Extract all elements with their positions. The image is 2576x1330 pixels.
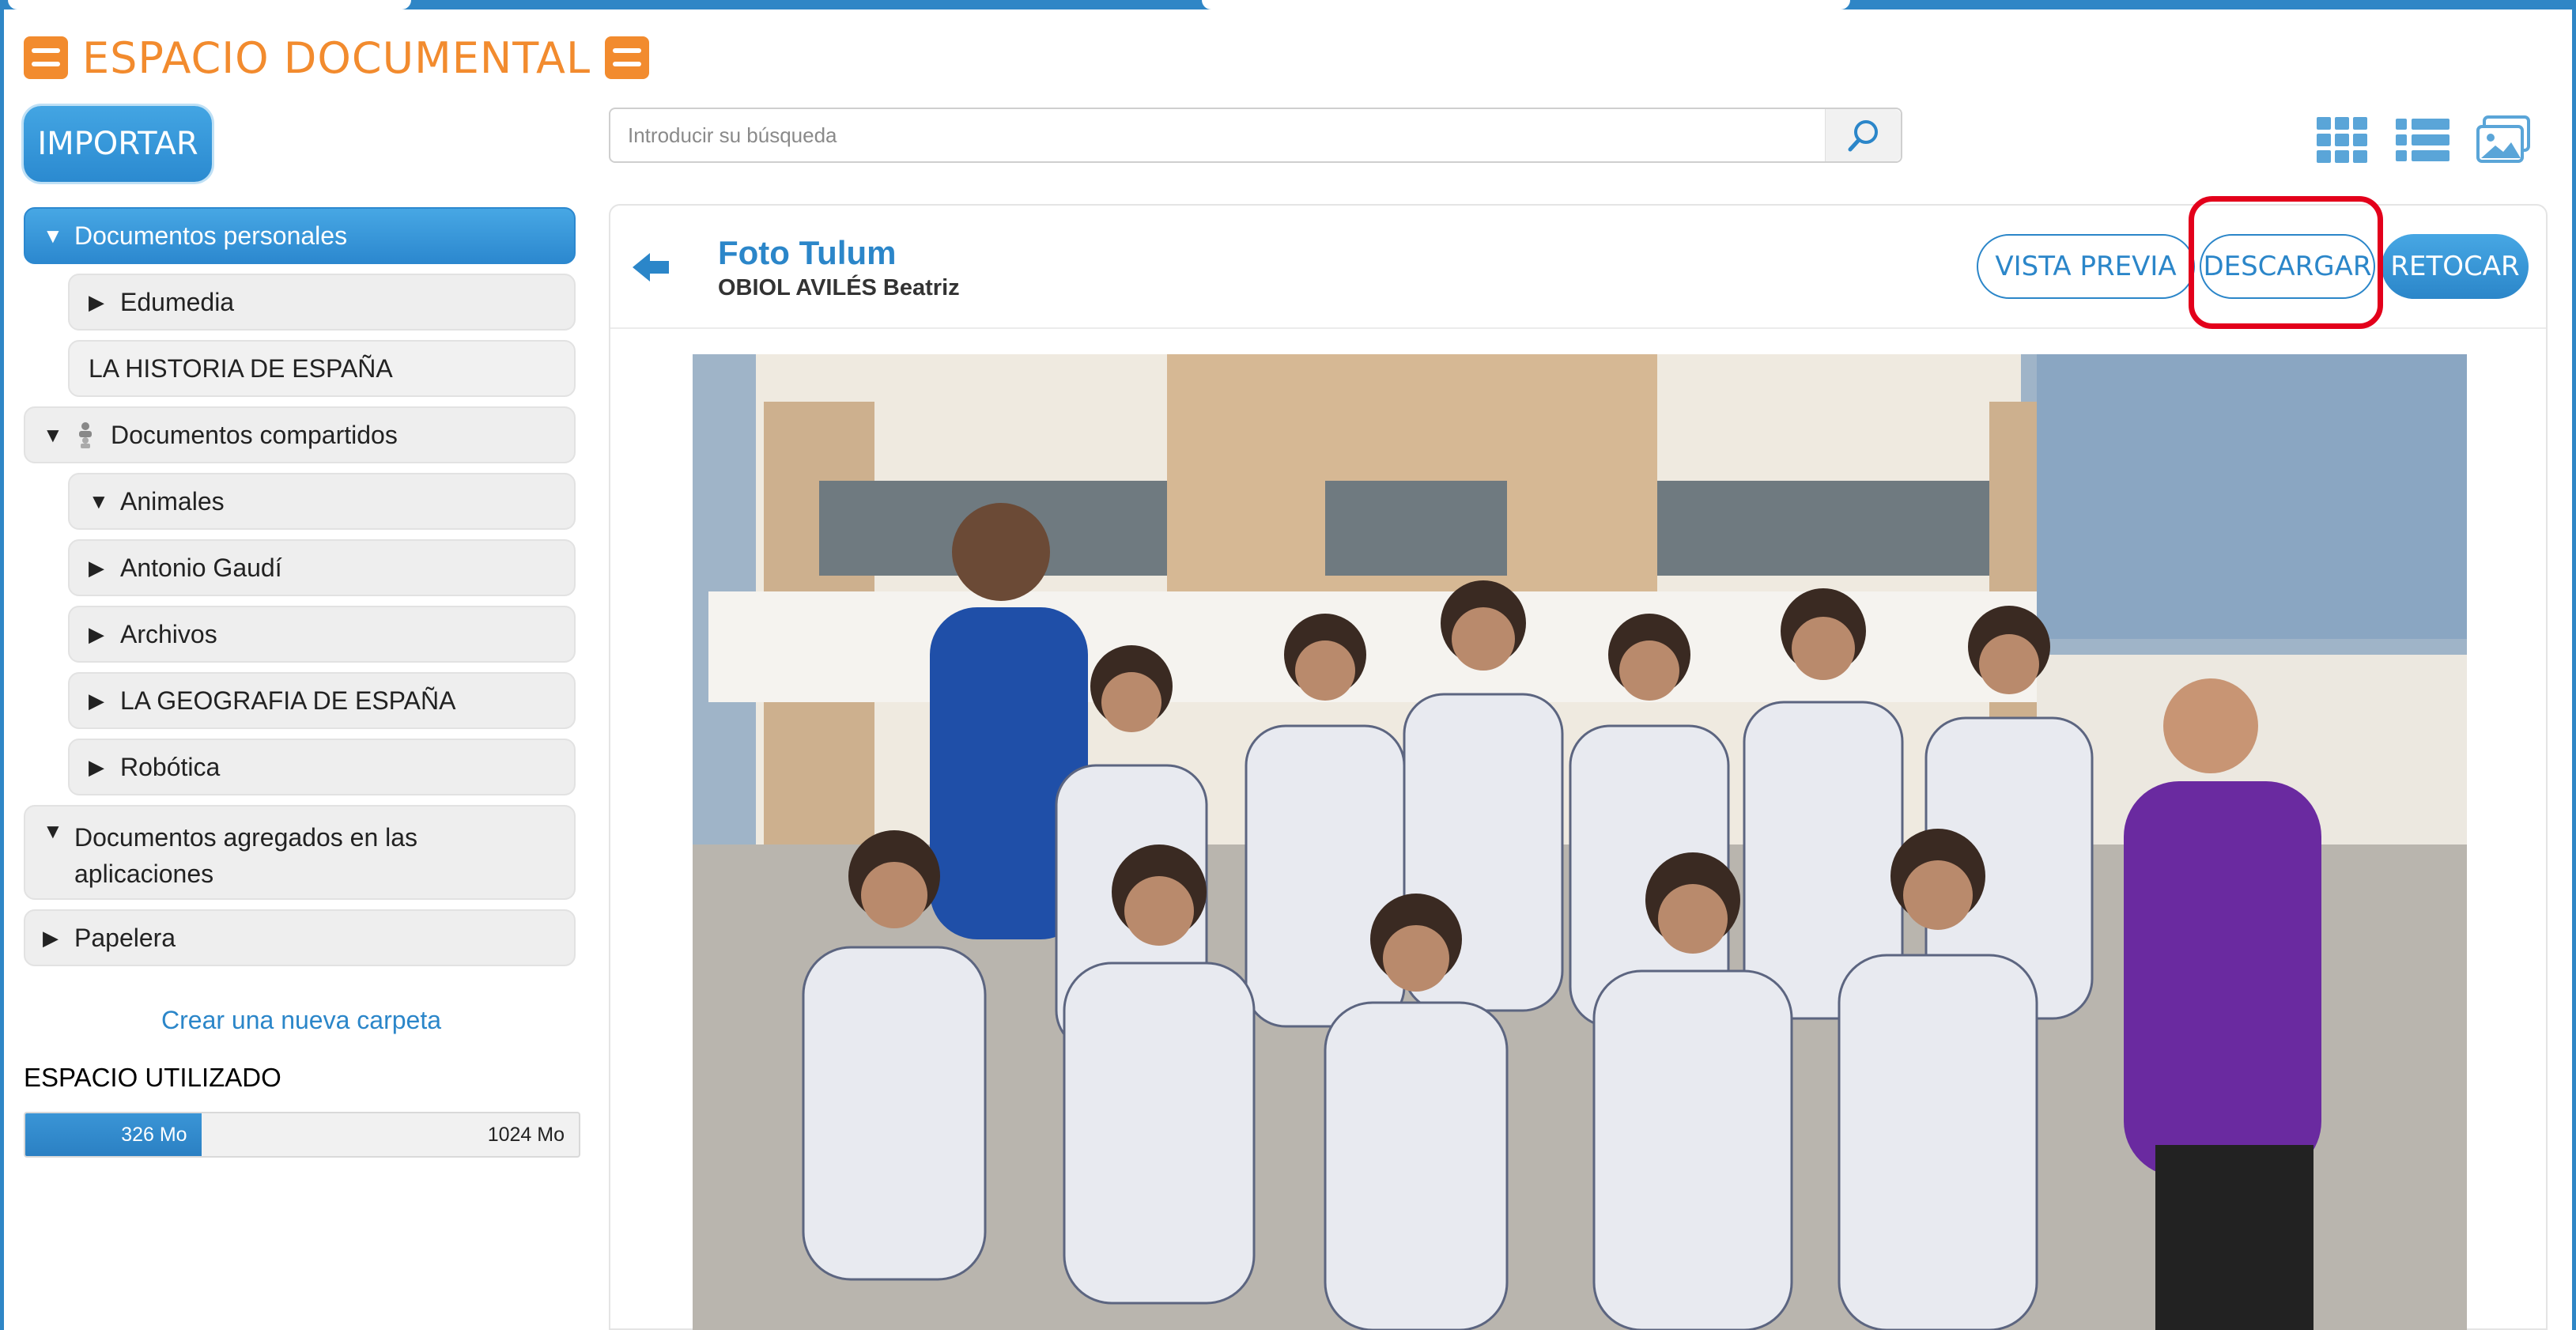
list-view-icon[interactable] xyxy=(2394,114,2451,166)
expand-arrow-icon: ▶ xyxy=(89,555,104,580)
storage-used-fill: 326 Mo xyxy=(25,1113,202,1156)
storage-used-label: 326 Mo xyxy=(121,1123,187,1146)
collapse-arrow-icon: ▼ xyxy=(43,422,63,447)
storage-title: ESPACIO UTILIZADO xyxy=(24,1063,281,1092)
sidebar-item-papelera[interactable]: ▶ Papelera xyxy=(24,909,576,966)
expand-arrow-icon: ▶ xyxy=(89,289,104,314)
sidebar-item-documentos-compartidos[interactable]: ▼ Documentos compartidos xyxy=(24,406,576,463)
drawer-icon xyxy=(24,36,68,79)
collapse-arrow-icon: ▼ xyxy=(43,819,63,843)
sidebar-item-documentos-agregados[interactable]: ▼ Documentos agregados en las aplicacion… xyxy=(24,805,576,900)
back-arrow-icon[interactable] xyxy=(631,250,670,285)
sidebar-item-historia-espana[interactable]: LA HISTORIA DE ESPAÑA xyxy=(68,340,576,397)
expand-arrow-icon: ▶ xyxy=(89,754,104,779)
sidebar-item-documentos-personales[interactable]: ▼ Documentos personales xyxy=(24,207,576,264)
collapse-arrow-icon: ▼ xyxy=(89,489,109,513)
document-title: Foto Tulum xyxy=(718,234,897,271)
sidebar-item-label: Edumedia xyxy=(120,287,235,316)
import-button[interactable]: IMPORTAR xyxy=(24,106,212,182)
sidebar-item-label: Documentos personales xyxy=(74,221,348,250)
document-photo xyxy=(693,354,2467,1330)
sidebar-item-label: Archivos xyxy=(120,619,217,648)
search-button[interactable] xyxy=(1825,109,1901,161)
storage-progress-bar: 326 Mo 1024 Mo xyxy=(24,1112,580,1158)
storage-total-label: 1024 Mo xyxy=(487,1123,565,1146)
sidebar-item-label: Documentos agregados en las aplicaciones xyxy=(74,823,418,888)
gallery-view-icon[interactable] xyxy=(2475,114,2532,166)
expand-arrow-icon: ▶ xyxy=(89,688,104,712)
download-button[interactable]: DESCARGAR xyxy=(2200,234,2375,299)
search-box xyxy=(609,108,1902,163)
preview-button[interactable]: VISTA PREVIA xyxy=(1977,234,2195,299)
view-mode-switcher xyxy=(2313,114,2532,166)
retouch-button[interactable]: RETOCAR xyxy=(2381,234,2529,299)
shared-users-icon xyxy=(79,422,92,448)
sidebar-item-label: Animales xyxy=(120,486,225,516)
document-author: OBIOL AVILÉS Beatriz xyxy=(718,275,960,300)
expand-arrow-icon: ▶ xyxy=(43,925,59,950)
sidebar-item-label: LA GEOGRAFIA DE ESPAÑA xyxy=(120,686,456,715)
search-icon xyxy=(1848,120,1878,152)
sidebar-item-label: Antonio Gaudí xyxy=(120,553,282,582)
drawer-icon xyxy=(605,36,650,79)
sidebar-item-label: Documentos compartidos xyxy=(111,420,398,449)
create-folder-link[interactable]: Crear una nueva carpeta xyxy=(24,1006,579,1035)
sidebar-item-antonio-gaudi[interactable]: ▶ Antonio Gaudí xyxy=(68,539,576,596)
grid-view-icon[interactable] xyxy=(2313,114,2370,166)
sidebar-item-label: Robótica xyxy=(120,752,221,781)
sidebar-item-edumedia[interactable]: ▶ Edumedia xyxy=(68,274,576,331)
sidebar-item-label: Papelera xyxy=(74,923,176,952)
search-input[interactable] xyxy=(610,109,1825,161)
sidebar-item-archivos[interactable]: ▶ Archivos xyxy=(68,606,576,663)
top-strip xyxy=(0,0,2576,9)
sidebar-item-label: LA HISTORIA DE ESPAÑA xyxy=(89,353,393,383)
sidebar-item-geografia-espana[interactable]: ▶ LA GEOGRAFIA DE ESPAÑA xyxy=(68,672,576,729)
app-logo[interactable]: ESPACIO DOCUMENTAL xyxy=(24,30,650,85)
sidebar-item-robotica[interactable]: ▶ Robótica xyxy=(68,739,576,795)
sidebar-item-animales[interactable]: ▼ Animales xyxy=(68,473,576,530)
app-title: ESPACIO DOCUMENTAL xyxy=(82,32,591,83)
collapse-arrow-icon: ▼ xyxy=(43,223,63,247)
expand-arrow-icon: ▶ xyxy=(89,622,104,646)
